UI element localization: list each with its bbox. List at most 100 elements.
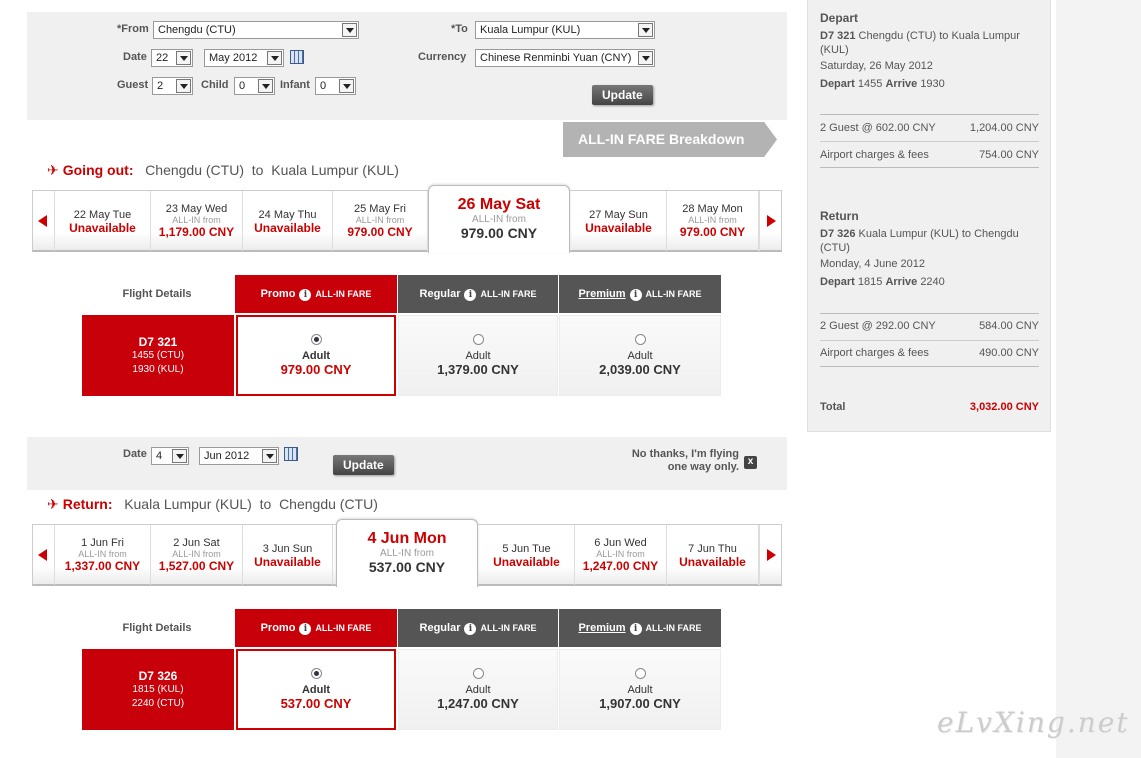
chevron-down-icon bbox=[638, 51, 653, 65]
chevron-down-icon bbox=[638, 23, 653, 37]
radio-button[interactable] bbox=[472, 668, 484, 679]
update-button[interactable]: Update bbox=[592, 85, 653, 105]
return-flight-box: D7 326 1815 (KUL) 2240 (CTU) bbox=[82, 649, 234, 730]
return-date-month-select[interactable]: Jun 2012 bbox=[199, 447, 279, 465]
return-selected-day[interactable]: 4 Jun Mon ALL-IN from 537.00 CNY bbox=[336, 519, 478, 587]
to-select[interactable]: Kuala Lumpur (KUL) bbox=[475, 21, 655, 39]
summary-depart-airport-row: Airport charges & fees 754.00 CNY bbox=[820, 149, 1039, 161]
outbound-day-2[interactable]: 24 May Thu Unavailable bbox=[243, 191, 333, 251]
summary-return-date: Monday, 4 June 2012 bbox=[820, 258, 925, 270]
fare-header-premium[interactable]: Premium i ALL-IN FARE bbox=[559, 609, 721, 647]
radio-button[interactable] bbox=[634, 668, 646, 679]
summary-return-heading: Return bbox=[820, 209, 859, 223]
summary-depart-date: Saturday, 26 May 2012 bbox=[820, 60, 933, 72]
summary-total-row: Total 3,032.00 CNY bbox=[820, 401, 1039, 413]
info-icon[interactable]: i bbox=[629, 289, 642, 301]
fare-header-premium[interactable]: Premium i ALL-IN FARE bbox=[559, 275, 721, 313]
return-fare-promo[interactable]: Adult 537.00 CNY bbox=[236, 649, 396, 730]
guest-label: Guest bbox=[117, 79, 149, 91]
child-label: Child bbox=[201, 79, 229, 91]
return-route-header: ✈ Return: Kuala Lumpur (KUL) to Chengdu (… bbox=[47, 496, 378, 512]
outbound-fare-regular[interactable]: Adult 1,379.00 CNY bbox=[398, 315, 558, 396]
info-icon[interactable]: i bbox=[629, 623, 642, 635]
date-month-select[interactable]: May 2012 bbox=[204, 49, 284, 67]
summary-depart-heading: Depart bbox=[820, 11, 859, 25]
divider bbox=[820, 167, 1039, 168]
search-panel: *From Chengdu (CTU) *To Kuala Lumpur (KU… bbox=[27, 12, 787, 120]
summary-return-guest-row: 2 Guest @ 292.00 CNY 584.00 CNY bbox=[820, 320, 1039, 332]
return-day-5[interactable]: 6 Jun Wed ALL-IN from 1,247.00 CNY bbox=[575, 525, 667, 585]
from-select[interactable]: Chengdu (CTU) bbox=[153, 21, 359, 39]
all-in-fare-breakdown-button[interactable]: ALL-IN FARE Breakdown bbox=[563, 122, 777, 157]
summary-return-route: D7 326 Kuala Lumpur (KUL) to Chengdu (CT… bbox=[820, 228, 1019, 254]
next-arrow-icon[interactable] bbox=[759, 191, 781, 251]
outbound-fare-premium[interactable]: Adult 2,039.00 CNY bbox=[559, 315, 721, 396]
chevron-down-icon bbox=[342, 23, 357, 37]
return-day-6[interactable]: 7 Jun Thu Unavailable bbox=[667, 525, 759, 585]
booking-summary: Depart D7 321 Chengdu (CTU) to Kuala Lum… bbox=[807, 0, 1051, 432]
divider bbox=[820, 313, 1039, 314]
one-way-link[interactable]: No thanks, I'm flying one way only. bbox=[587, 448, 739, 474]
plane-departure-icon: ✈ bbox=[47, 162, 59, 178]
summary-return-times: Depart 1815 Arrive 2240 bbox=[820, 276, 945, 288]
radio-button[interactable] bbox=[310, 668, 322, 679]
calendar-icon[interactable] bbox=[290, 50, 304, 64]
info-icon[interactable]: i bbox=[299, 623, 312, 635]
return-day-1[interactable]: 2 Jun Sat ALL-IN from 1,527.00 CNY bbox=[151, 525, 243, 585]
summary-return-airport-row: Airport charges & fees 490.00 CNY bbox=[820, 347, 1039, 359]
fare-header-promo[interactable]: Promo i ALL-IN FARE bbox=[235, 275, 397, 313]
flight-details-label: Flight Details bbox=[122, 288, 192, 300]
watermark: eLvXing.net bbox=[937, 706, 1130, 739]
infant-label: Infant bbox=[280, 79, 310, 91]
prev-arrow-icon[interactable] bbox=[33, 525, 55, 585]
return-fare-regular[interactable]: Adult 1,247.00 CNY bbox=[398, 649, 558, 730]
chevron-down-icon bbox=[176, 79, 191, 93]
return-day-4[interactable]: 5 Jun Tue Unavailable bbox=[479, 525, 575, 585]
radio-button[interactable] bbox=[634, 334, 646, 345]
fare-header-regular[interactable]: Regular i ALL-IN FARE bbox=[398, 609, 558, 647]
flight-details-label: Flight Details bbox=[122, 622, 192, 634]
chevron-down-icon bbox=[258, 79, 273, 93]
return-fare-premium[interactable]: Adult 1,907.00 CNY bbox=[559, 649, 721, 730]
outbound-day-1[interactable]: 23 May Wed ALL-IN from 1,179.00 CNY bbox=[151, 191, 243, 251]
outbound-day-5[interactable]: 27 May Sun Unavailable bbox=[571, 191, 667, 251]
radio-button[interactable] bbox=[472, 334, 484, 345]
info-icon[interactable]: i bbox=[299, 289, 312, 301]
divider bbox=[820, 114, 1039, 115]
return-update-button[interactable]: Update bbox=[333, 455, 394, 475]
outbound-fare-promo[interactable]: Adult 979.00 CNY bbox=[236, 315, 396, 396]
return-date-label: Date bbox=[123, 448, 147, 460]
child-select[interactable]: 0 bbox=[234, 77, 275, 95]
to-label: *To bbox=[451, 23, 468, 35]
calendar-icon[interactable] bbox=[284, 447, 298, 461]
fare-header-promo[interactable]: Promo i ALL-IN FARE bbox=[235, 609, 397, 647]
info-icon[interactable]: i bbox=[464, 623, 477, 635]
guest-select[interactable]: 2 bbox=[152, 77, 193, 95]
infant-select[interactable]: 0 bbox=[315, 77, 356, 95]
currency-select[interactable]: Chinese Renminbi Yuan (CNY) bbox=[475, 49, 655, 67]
divider bbox=[820, 340, 1039, 341]
outbound-flight-box: D7 321 1455 (CTU) 1930 (KUL) bbox=[82, 315, 234, 396]
outbound-day-0[interactable]: 22 May Tue Unavailable bbox=[55, 191, 151, 251]
radio-button[interactable] bbox=[310, 334, 322, 345]
return-search-panel: Date 4 Jun 2012 Update No thanks, I'm fl… bbox=[27, 437, 787, 490]
fare-header-regular[interactable]: Regular i ALL-IN FARE bbox=[398, 275, 558, 313]
outbound-day-3[interactable]: 25 May Fri ALL-IN from 979.00 CNY bbox=[333, 191, 428, 251]
page-background-right bbox=[1056, 0, 1141, 758]
chevron-down-icon bbox=[176, 51, 191, 65]
chevron-down-icon bbox=[172, 449, 187, 463]
summary-depart-route: D7 321 Chengdu (CTU) to Kuala Lumpur (KU… bbox=[820, 30, 1020, 56]
prev-arrow-icon[interactable] bbox=[33, 191, 55, 251]
return-day-2[interactable]: 3 Jun Sun Unavailable bbox=[243, 525, 333, 585]
chevron-down-icon bbox=[339, 79, 354, 93]
info-icon[interactable]: i bbox=[464, 289, 477, 301]
return-date-day-select[interactable]: 4 bbox=[151, 447, 189, 465]
outbound-selected-day[interactable]: 26 May Sat ALL-IN from 979.00 CNY bbox=[428, 185, 570, 253]
close-icon[interactable]: x bbox=[744, 456, 757, 469]
return-day-0[interactable]: 1 Jun Fri ALL-IN from 1,337.00 CNY bbox=[55, 525, 151, 585]
outbound-day-6[interactable]: 28 May Mon ALL-IN from 979.00 CNY bbox=[667, 191, 759, 251]
next-arrow-icon[interactable] bbox=[759, 525, 781, 585]
outbound-date-strip: 22 May Tue Unavailable 23 May Wed ALL-IN… bbox=[32, 190, 782, 252]
from-label: *From bbox=[117, 23, 149, 35]
date-day-select[interactable]: 22 bbox=[151, 49, 193, 67]
